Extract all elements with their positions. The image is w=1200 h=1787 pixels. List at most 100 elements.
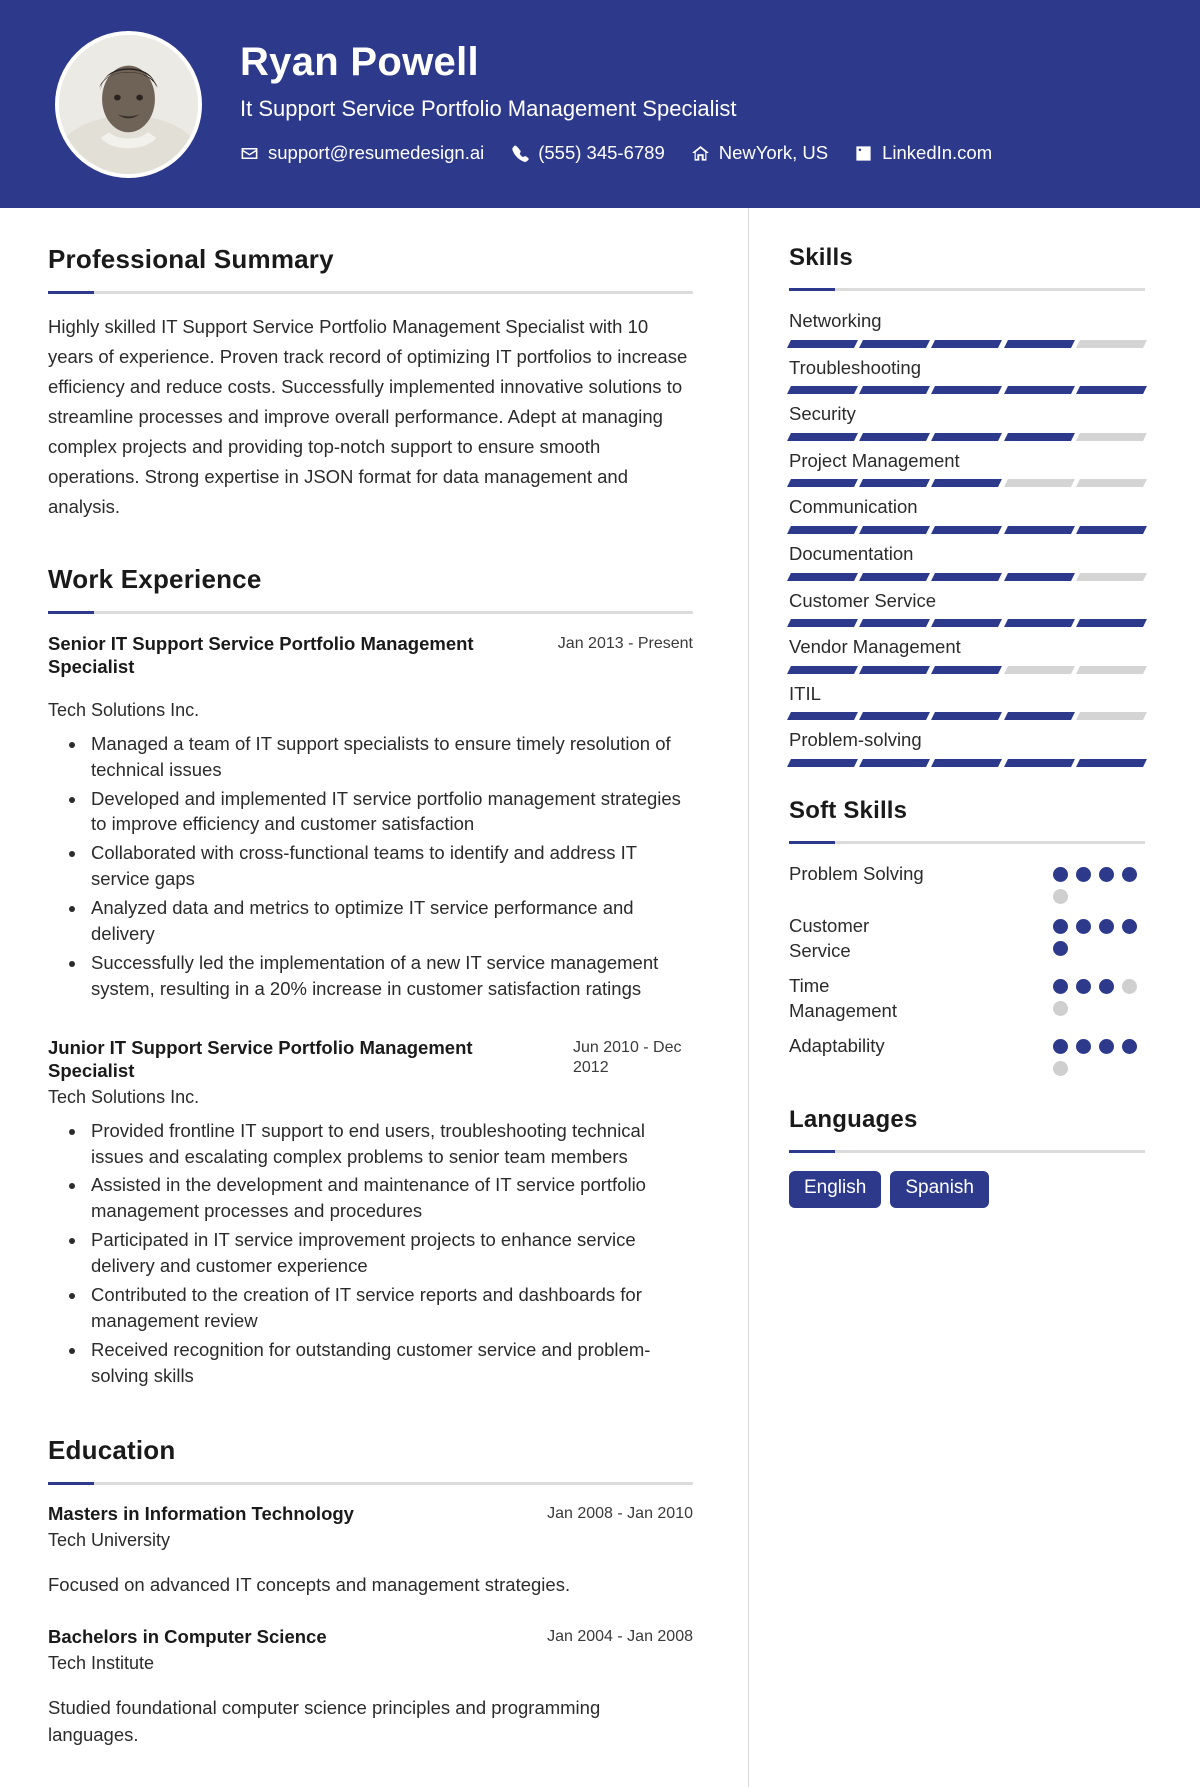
education-item-head: Masters in Information Technology Jan 20… [48, 1503, 693, 1525]
contact-phone-text: (555) 345-6789 [538, 142, 665, 164]
section-title-soft-skills: Soft Skills [789, 796, 908, 824]
right-column: Skills Networking Troubleshooting Securi… [748, 208, 1200, 1787]
skill-segment [859, 758, 931, 767]
language-chip[interactable]: Spanish [890, 1170, 989, 1208]
skill-segment [787, 758, 859, 767]
contact-email[interactable]: support@resumedesign.ai [240, 142, 484, 164]
skill-level-bar [787, 339, 1147, 348]
skill-segment [1075, 386, 1147, 395]
section-skills: Skills Networking Troubleshooting Securi… [787, 244, 1147, 767]
envelope-icon [240, 144, 259, 163]
rating-dot [1099, 1038, 1114, 1054]
contact-phone[interactable]: (555) 345-6789 [510, 142, 665, 164]
header-text-block: Ryan Powell It Support Service Portfolio… [240, 40, 992, 168]
section-title-work: Work Experience [48, 563, 262, 594]
home-icon [691, 144, 710, 163]
skill-label: Security [789, 403, 856, 425]
skill-label: ITIL [789, 682, 821, 704]
person-name: Ryan Powell [240, 39, 479, 84]
left-column: Professional Summary Highly skilled IT S… [0, 208, 748, 1787]
skill-segment [1075, 619, 1147, 628]
work-dates: Jan 2013 - Present [557, 634, 693, 652]
contact-location-text: NewYork, US [718, 142, 829, 164]
skill-label: Documentation [789, 542, 914, 564]
soft-skill-item: Customer Service [789, 914, 1145, 964]
skill-segment [787, 339, 859, 348]
rating-dot [1122, 866, 1137, 882]
work-company: Tech Solutions Inc. [48, 699, 200, 720]
education-dates: Jan 2008 - Jan 2010 [547, 1504, 693, 1522]
skill-segment [1075, 339, 1147, 348]
section-divider [789, 840, 1145, 844]
skill-item: Troubleshooting [787, 356, 1147, 395]
skill-segment [1003, 339, 1075, 348]
work-item-head: Senior IT Support Service Portfolio Mana… [48, 632, 693, 679]
skill-level-bar [787, 619, 1147, 628]
skill-level-bar [787, 572, 1147, 581]
skill-segment [931, 339, 1003, 348]
skill-item: Communication [787, 495, 1147, 534]
education-dates: Jan 2004 - Jan 2008 [547, 1628, 693, 1646]
skill-segment [1075, 432, 1147, 441]
skill-segment [1003, 479, 1075, 488]
rating-dot [1122, 1038, 1137, 1054]
education-item: Bachelors in Computer Science Jan 2004 -… [48, 1626, 693, 1749]
contact-location[interactable]: NewYork, US [691, 142, 828, 164]
section-divider [789, 288, 1145, 291]
work-bullet: Successfully led the implementation of a… [87, 950, 693, 1002]
skill-item: Problem-solving [787, 728, 1147, 767]
rating-dot [1076, 918, 1091, 934]
section-divider [789, 1149, 1145, 1153]
language-chip[interactable]: English [789, 1170, 882, 1208]
linkedin-icon [854, 144, 873, 163]
section-professional-summary: Professional Summary Highly skilled IT S… [48, 244, 693, 522]
work-bullet: Received recognition for outstanding cus… [87, 1337, 693, 1389]
skill-level-bar [787, 665, 1147, 674]
education-description: Studied foundational computer science pr… [48, 1697, 601, 1746]
soft-skill-label: Adaptability [789, 1034, 885, 1056]
work-role: Senior IT Support Service Portfolio Mana… [48, 632, 474, 678]
work-role: Junior IT Support Service Portfolio Mana… [48, 1036, 473, 1082]
skill-segment [931, 525, 1003, 534]
soft-skill-label: Problem Solving [789, 862, 924, 884]
work-bullet: Contributed to the creation of IT servic… [87, 1282, 693, 1334]
education-school: Tech University [48, 1529, 171, 1550]
skill-segment [1003, 432, 1075, 441]
skill-label: Project Management [789, 449, 960, 471]
phone-icon [510, 144, 529, 163]
soft-skill-item: Adaptability [789, 1034, 1145, 1076]
skill-segment [859, 619, 931, 628]
skill-segment [859, 339, 931, 348]
work-bullets: Provided frontline IT support to end use… [48, 1118, 693, 1389]
section-soft-skills: Soft Skills Problem Solving Customer Ser… [789, 797, 1145, 1076]
languages-list: English Spanish [789, 1170, 1145, 1208]
work-bullet: Analyzed data and metrics to optimize IT… [87, 895, 693, 947]
soft-skill-rating [1053, 914, 1145, 956]
rating-dot [1099, 866, 1114, 882]
skill-segment [1003, 619, 1075, 628]
skill-segment [859, 432, 931, 441]
skill-segment [1075, 665, 1147, 674]
skill-segment [931, 758, 1003, 767]
skill-item: Networking [787, 309, 1147, 348]
skill-item: ITIL [787, 682, 1147, 721]
section-divider [48, 1481, 693, 1485]
skill-segment [859, 479, 931, 488]
work-bullet: Assisted in the development and maintena… [87, 1172, 693, 1224]
skill-item: Project Management [787, 449, 1147, 488]
contact-linkedin[interactable]: LinkedIn.com [854, 142, 992, 164]
skill-label: Problem-solving [789, 729, 922, 751]
resume-header: Ryan Powell It Support Service Portfolio… [0, 0, 1200, 208]
skill-segment [1003, 712, 1075, 721]
skill-label: Communication [789, 496, 918, 518]
rating-dot [1053, 888, 1068, 904]
work-bullet: Participated in IT service improvement p… [87, 1227, 693, 1279]
skill-segment [1003, 525, 1075, 534]
skill-segment [787, 619, 859, 628]
work-bullet: Provided frontline IT support to end use… [87, 1118, 693, 1170]
